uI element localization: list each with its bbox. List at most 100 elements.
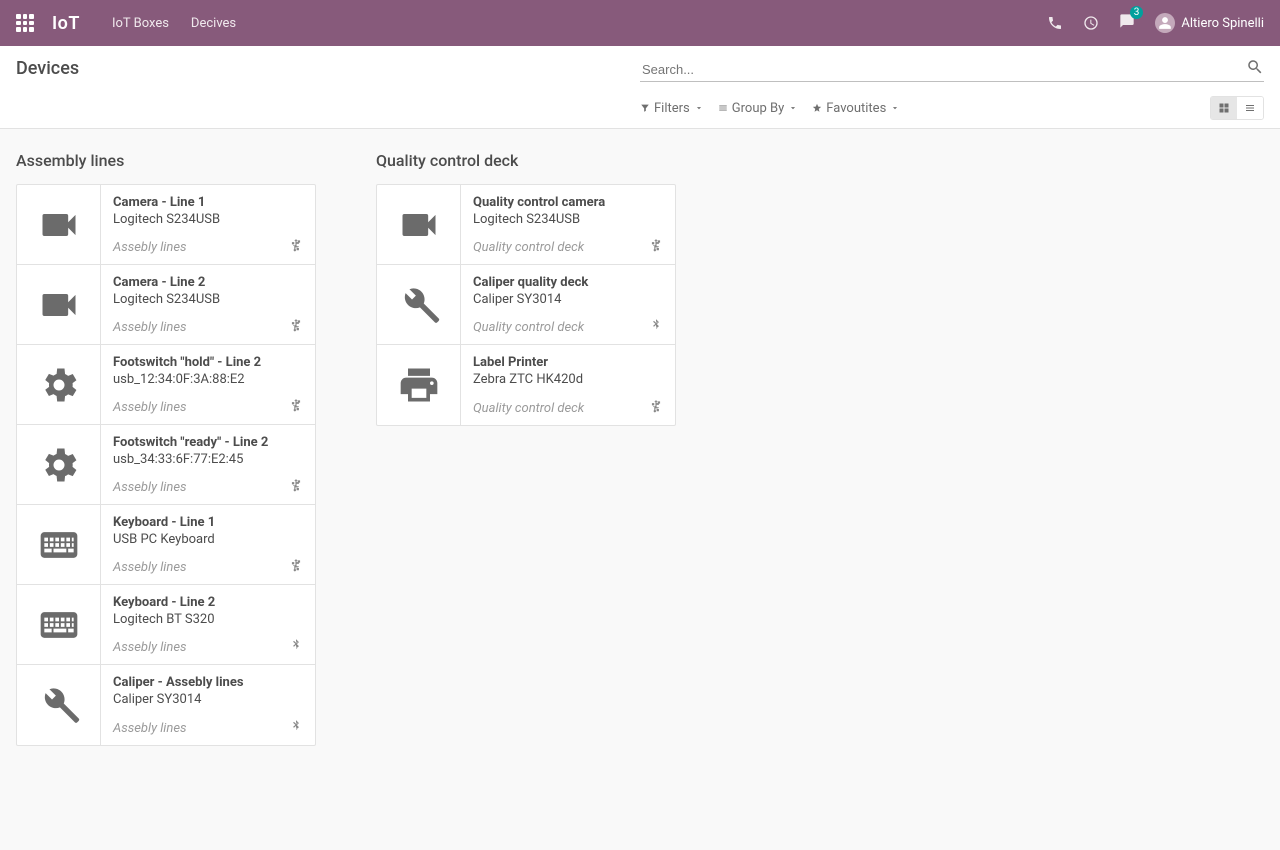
usb-icon	[289, 478, 303, 496]
keyboard-icon	[17, 505, 101, 584]
star-icon	[812, 103, 822, 113]
device-location: Assebly lines	[113, 640, 187, 655]
device-subtitle: Logitech BT S320	[113, 612, 303, 627]
device-subtitle: Logitech S234USB	[113, 212, 303, 227]
device-title: Caliper - Assebly lines	[113, 675, 303, 690]
device-title: Keyboard - Line 2	[113, 595, 303, 610]
phone-icon[interactable]	[1047, 15, 1063, 31]
device-subtitle: usb_12:34:0F:3A:88:E2	[113, 372, 303, 387]
card-body: Caliper quality deckCaliper SY3014Qualit…	[461, 265, 675, 344]
search-icon[interactable]	[1246, 58, 1264, 76]
favorites-dropdown[interactable]: Favoutites	[812, 101, 900, 116]
caret-down-icon	[788, 103, 798, 113]
keyboard-icon	[17, 585, 101, 664]
nav-link-devices[interactable]: Decives	[191, 16, 236, 31]
wrench-icon	[17, 665, 101, 745]
device-location: Assebly lines	[113, 240, 187, 255]
column-title: Assembly lines	[16, 151, 316, 170]
list-icon	[718, 103, 728, 113]
filters-dropdown[interactable]: Filters	[640, 101, 704, 116]
kanban-board: Assembly lines Camera - Line 1 Logitech S2…	[0, 129, 1280, 768]
groupby-dropdown[interactable]: Group By	[718, 101, 799, 116]
device-location: Quality control deck	[473, 320, 584, 335]
wrench-icon	[377, 265, 461, 344]
usb-icon	[649, 399, 663, 417]
card-body: Camera - Line 2Logitech S234USBAssebly l…	[101, 265, 315, 344]
camera-icon	[17, 265, 101, 344]
caret-down-icon	[694, 103, 704, 113]
device-subtitle: Caliper SY3014	[473, 292, 663, 307]
list-view-button[interactable]	[1237, 97, 1263, 119]
page-title: Devices	[16, 58, 79, 79]
notification-badge: 3	[1130, 6, 1144, 19]
device-title: Quality control camera	[473, 195, 663, 210]
grid-icon	[1218, 102, 1230, 114]
user-menu[interactable]: Altiero Spinelli	[1155, 13, 1264, 33]
column-title: Quality control deck	[376, 151, 676, 170]
caret-down-icon	[890, 103, 900, 113]
device-card[interactable]: Keyboard - Line 2 Logitech BT S320 Assebly…	[17, 585, 315, 665]
camera-icon	[377, 185, 461, 264]
list-lines-icon	[1244, 102, 1256, 114]
device-subtitle: Logitech S234USB	[473, 212, 663, 227]
usb-icon	[649, 238, 663, 256]
search-input[interactable]	[640, 58, 1264, 82]
card-list: Camera - Line 1 Logitech S234USB Assebly l…	[16, 184, 316, 746]
card-body: Caliper - Assebly lines Caliper SY3014 Ass…	[101, 665, 315, 745]
device-location: Assebly lines	[113, 320, 187, 335]
card-list: Quality control camera Logitech S234USB Qu…	[376, 184, 676, 426]
bluetooth-icon	[289, 719, 303, 737]
device-card[interactable]: Keyboard - Line 1 USB PC Keyboard Assebly …	[17, 505, 315, 585]
filters-label: Filters	[654, 101, 690, 116]
device-card[interactable]: Camera - Line 1 Logitech S234USB Assebly l…	[17, 185, 315, 265]
clock-icon[interactable]	[1083, 15, 1099, 31]
device-subtitle: Zebra ZTC HK420d	[473, 372, 663, 387]
device-card[interactable]: Camera - Line 2Logitech S234USBAssebly l…	[17, 265, 315, 345]
device-title: Camera - Line 1	[113, 195, 303, 210]
device-card[interactable]: Footswitch "ready" - Line 2usb_34:33:6F:…	[17, 425, 315, 505]
device-card[interactable]: Caliper - Assebly lines Caliper SY3014 Ass…	[17, 665, 315, 745]
card-body: Keyboard - Line 1 USB PC Keyboard Assebly …	[101, 505, 315, 584]
device-title: Footswitch "hold" - Line 2	[113, 355, 303, 370]
avatar	[1155, 13, 1175, 33]
card-body: Camera - Line 1 Logitech S234USB Assebly l…	[101, 185, 315, 264]
device-subtitle: Caliper SY3014	[113, 692, 303, 707]
device-subtitle: USB PC Keyboard	[113, 532, 303, 547]
view-switcher	[1210, 96, 1264, 120]
control-panel: Devices Filters Group By Fa	[0, 46, 1280, 129]
funnel-icon	[640, 103, 650, 113]
device-location: Assebly lines	[113, 721, 187, 736]
card-body: Label PrinterZebra ZTC HK420dQuality con…	[461, 345, 675, 425]
card-body: Footswitch "ready" - Line 2usb_34:33:6F:…	[101, 425, 315, 504]
bluetooth-icon	[649, 318, 663, 336]
device-card[interactable]: Label PrinterZebra ZTC HK420dQuality con…	[377, 345, 675, 425]
kanban-view-button[interactable]	[1211, 97, 1237, 119]
device-location: Assebly lines	[113, 400, 187, 415]
device-card[interactable]: Caliper quality deckCaliper SY3014Qualit…	[377, 265, 675, 345]
favorites-label: Favoutites	[826, 101, 886, 116]
gear-icon	[17, 345, 101, 424]
card-body: Footswitch "hold" - Line 2 usb_12:34:0F:3…	[101, 345, 315, 424]
device-card[interactable]: Footswitch "hold" - Line 2 usb_12:34:0F:3…	[17, 345, 315, 425]
user-name: Altiero Spinelli	[1181, 16, 1264, 31]
card-body: Quality control cameraLogitech S234USBQu…	[461, 185, 675, 264]
device-location: Quality control deck	[473, 401, 584, 416]
kanban-column: Assembly lines Camera - Line 1 Logitech S2…	[16, 151, 316, 746]
camera-icon	[17, 185, 101, 264]
device-title: Camera - Line 2	[113, 275, 303, 290]
device-location: Assebly lines	[113, 560, 187, 575]
kanban-column: Quality control deckQuality control came…	[376, 151, 676, 426]
usb-icon	[289, 238, 303, 256]
apps-icon[interactable]	[16, 14, 34, 32]
card-body: Keyboard - Line 2 Logitech BT S320 Assebly…	[101, 585, 315, 664]
top-navbar: IoT IoT Boxes Decives 3 Altiero Spinelli	[0, 0, 1280, 46]
usb-icon	[289, 558, 303, 576]
device-card[interactable]: Quality control cameraLogitech S234USBQu…	[377, 185, 675, 265]
device-title: Keyboard - Line 1	[113, 515, 303, 530]
printer-icon	[377, 345, 461, 425]
usb-icon	[289, 398, 303, 416]
nav-link-iot-boxes[interactable]: IoT Boxes	[112, 16, 169, 31]
brand-title: IoT	[52, 13, 80, 34]
gear-icon	[17, 425, 101, 504]
conversations-button[interactable]: 3	[1119, 13, 1135, 33]
